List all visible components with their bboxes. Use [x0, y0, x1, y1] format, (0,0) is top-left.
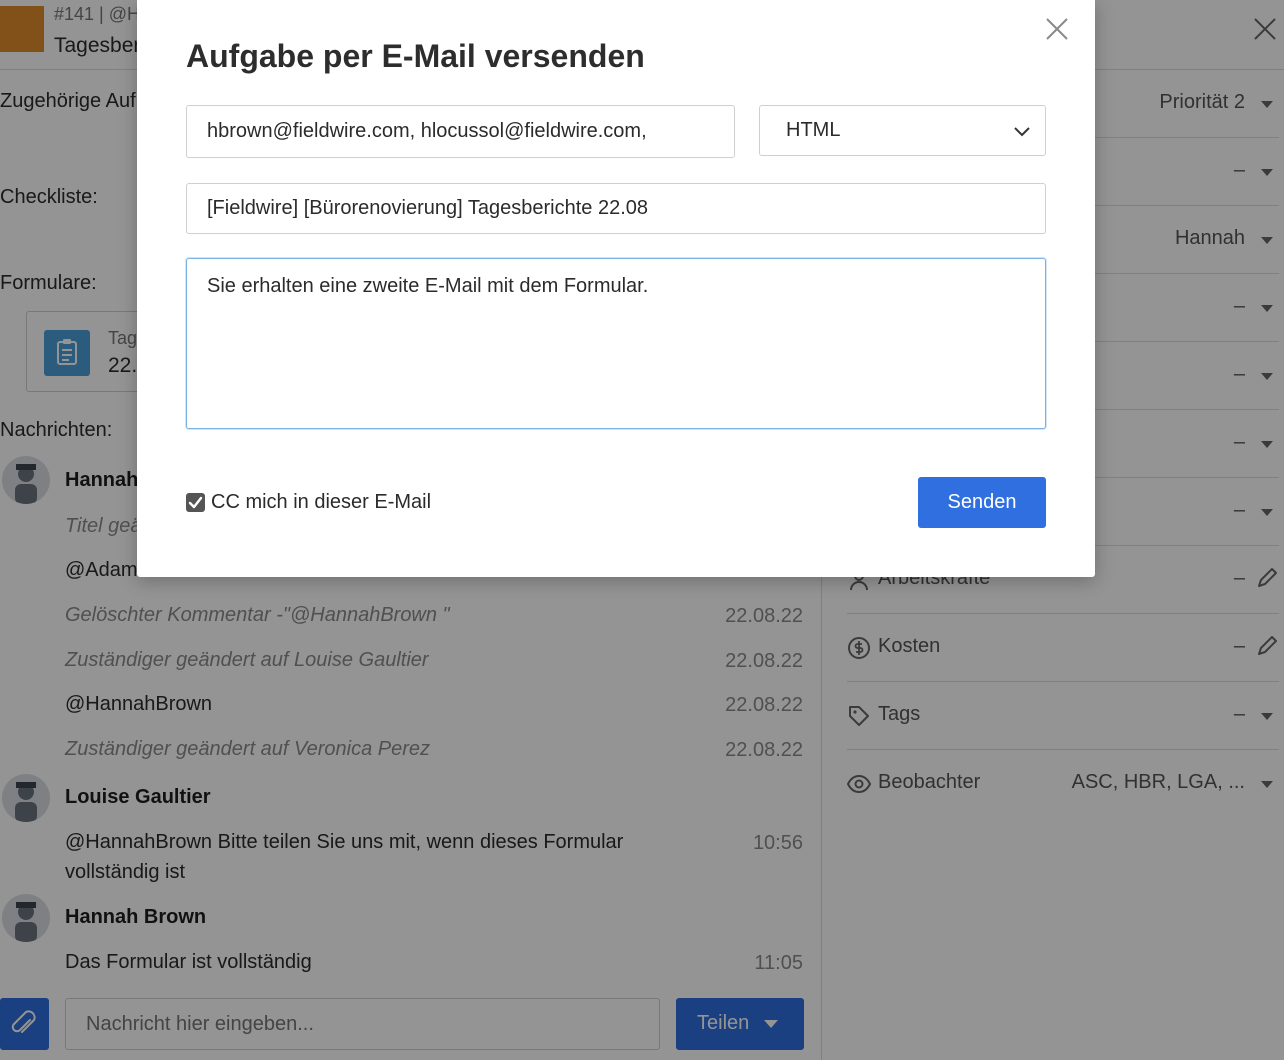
- close-icon[interactable]: [1044, 16, 1070, 42]
- recipients-field[interactable]: hbrown@fieldwire.com, hlocussol@fieldwir…: [186, 105, 735, 158]
- email-task-dialog: Aufgabe per E-Mail versenden hbrown@fiel…: [137, 0, 1095, 577]
- dialog-title: Aufgabe per E-Mail versenden: [186, 38, 645, 74]
- format-select[interactable]: HTML: [759, 105, 1046, 156]
- subject-field[interactable]: [Fieldwire] [Bürorenovierung] Tagesberic…: [186, 183, 1046, 234]
- chevron-down-icon: [1014, 127, 1030, 137]
- send-button[interactable]: Senden: [918, 477, 1046, 528]
- message-body-field[interactable]: [186, 258, 1046, 429]
- checkbox-checked-icon[interactable]: [186, 493, 205, 512]
- format-select-value: HTML: [786, 119, 841, 141]
- cc-me-label: CC mich in dieser E-Mail: [211, 491, 432, 513]
